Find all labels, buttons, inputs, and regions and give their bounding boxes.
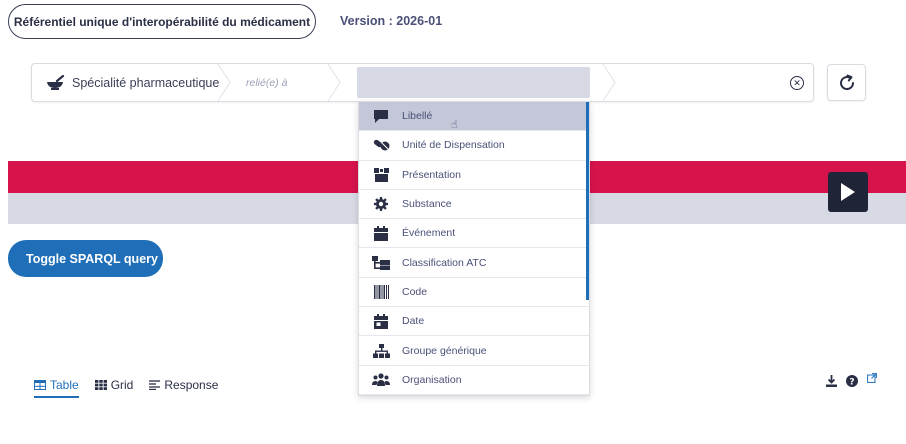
dropdown-item-label: Groupe générique xyxy=(402,344,487,357)
box-icon xyxy=(372,167,390,183)
external-link-icon[interactable] xyxy=(867,373,877,383)
toggle-sparql-button[interactable]: Toggle SPARQL query xyxy=(8,240,163,277)
hand-cursor-icon: ☝ xyxy=(451,119,458,131)
svg-text:?: ? xyxy=(849,377,854,387)
download-icon[interactable] xyxy=(826,375,837,387)
dropdown-item-presentation[interactable]: Présentation xyxy=(359,161,589,190)
dropdown-item-label: Libellé xyxy=(402,110,433,123)
sitemap-icon xyxy=(372,343,390,359)
crumb-predicate-label: relié(e) à xyxy=(246,76,288,89)
hierarchy-icon xyxy=(372,255,390,271)
chevron-right-icon xyxy=(602,64,616,101)
dropdown-item-label: Substance xyxy=(402,198,452,211)
dropdown-item-organisation[interactable]: Organisation xyxy=(359,366,589,395)
dropdown-item-classification-atc[interactable]: Classification ATC xyxy=(359,248,589,278)
dropdown-item-libelle[interactable]: Libellé ☝ xyxy=(359,102,589,132)
lines-icon xyxy=(149,380,161,390)
help-icon[interactable]: ? xyxy=(846,375,858,387)
execute-query-button[interactable] xyxy=(828,172,868,212)
dropdown-item-label: Événement xyxy=(402,227,456,240)
app-title-pill[interactable]: Référentiel unique d'interopérabilité du… xyxy=(8,4,316,39)
crumb-object-select[interactable] xyxy=(357,67,590,98)
grid-icon xyxy=(94,380,107,390)
tab-response-label: Response xyxy=(164,378,219,392)
result-view-tabs: Table Grid Response xyxy=(34,374,234,398)
dropdown-item-groupe-generique[interactable]: Groupe générique xyxy=(359,336,589,366)
calendar-day-icon xyxy=(372,313,390,329)
tab-grid[interactable]: Grid xyxy=(94,374,134,396)
dropdown-scrollbar[interactable] xyxy=(586,102,589,300)
dropdown-item-label: Unité de Dispensation xyxy=(402,139,505,152)
tab-table-label: Table xyxy=(50,378,79,392)
dropdown-item-substance[interactable]: Substance xyxy=(359,190,589,220)
refresh-button[interactable] xyxy=(827,64,866,101)
dropdown-item-label: Classification ATC xyxy=(402,256,487,269)
query-builder-bar: Spécialité pharmaceutique relié(e) à ✕ xyxy=(31,63,814,102)
object-type-dropdown: Libellé ☝ Unité de Dispensation Présenta… xyxy=(358,101,590,396)
dropdown-item-unite-dispensation[interactable]: Unité de Dispensation xyxy=(359,131,589,161)
dropdown-item-date[interactable]: Date xyxy=(359,307,589,337)
refresh-icon xyxy=(839,74,854,90)
dropdown-item-label: Date xyxy=(402,315,425,328)
version-label: Version : 2026-01 xyxy=(340,14,443,28)
speech-bubble-icon xyxy=(372,108,390,124)
close-circle-icon[interactable]: ✕ xyxy=(790,76,804,90)
dropdown-item-label: Code xyxy=(402,285,428,298)
tab-table[interactable]: Table xyxy=(34,374,79,398)
dropdown-item-evenement[interactable]: Événement xyxy=(359,219,589,249)
cog-icon xyxy=(372,196,390,212)
crumb-subject[interactable]: Spécialité pharmaceutique xyxy=(46,64,219,101)
dropdown-item-label: Présentation xyxy=(402,168,461,181)
pills-icon xyxy=(372,137,390,153)
crumb-subject-label: Spécialité pharmaceutique xyxy=(72,75,220,90)
crumb-predicate[interactable]: relié(e) à xyxy=(246,64,287,101)
mortar-pestle-icon xyxy=(46,74,66,91)
result-tools: ? xyxy=(826,373,886,387)
calendar-icon xyxy=(372,225,390,241)
chevron-right-icon xyxy=(217,64,231,101)
chevron-right-icon xyxy=(327,64,341,101)
dropdown-item-label: Organisation xyxy=(402,373,462,386)
app-title: Référentiel unique d'interopérabilité du… xyxy=(13,14,311,29)
tab-response[interactable]: Response xyxy=(149,374,218,396)
barcode-icon xyxy=(372,284,390,300)
play-icon xyxy=(841,183,855,201)
table-icon xyxy=(34,380,46,390)
tab-grid-label: Grid xyxy=(110,378,134,392)
dropdown-item-code[interactable]: Code xyxy=(359,278,589,308)
users-icon xyxy=(372,372,390,388)
